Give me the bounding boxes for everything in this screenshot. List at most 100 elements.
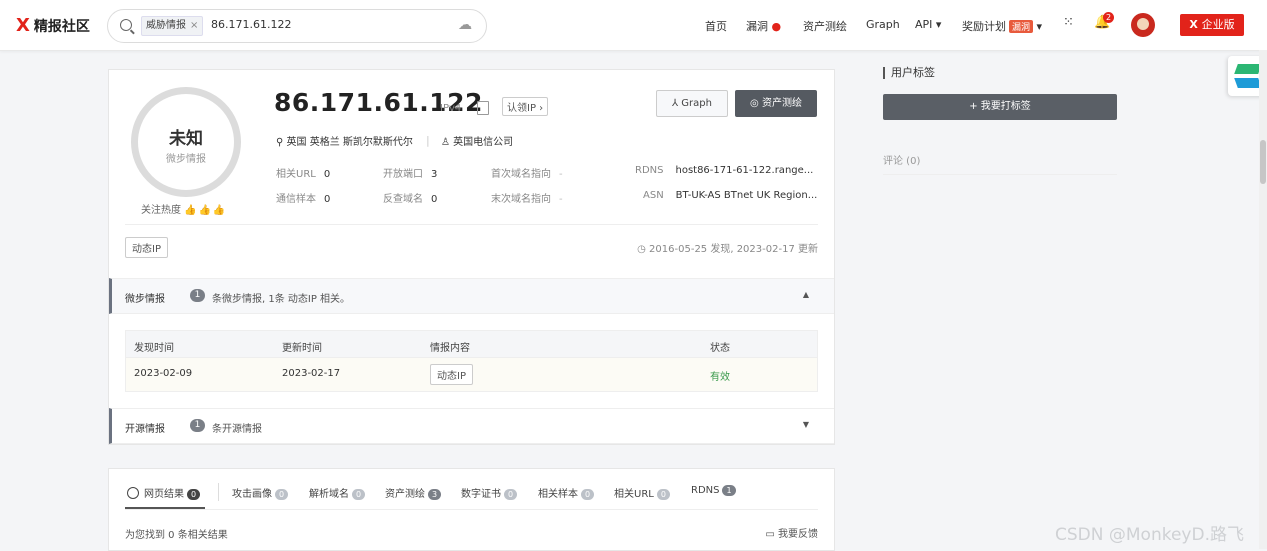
dates-text: 2016-05-25 发现, 2023-02-17 更新 xyxy=(649,244,818,255)
tab-count: 0 xyxy=(581,489,595,500)
graph-label: Graph xyxy=(681,98,712,109)
search-type-label: 威胁情报 xyxy=(146,20,186,31)
tab-count: 3 xyxy=(428,489,442,500)
verdict-source: 微步情报 xyxy=(166,154,206,165)
reward-badge: 漏洞 xyxy=(1009,20,1034,33)
tab-label: 攻击画像 xyxy=(232,489,272,500)
nav-graph[interactable]: Graph xyxy=(866,18,900,31)
stat-value: 0 xyxy=(323,169,331,180)
nav-vuln[interactable]: 漏洞 ● xyxy=(746,18,781,34)
divider xyxy=(218,483,219,501)
found-date: 2023-02-09 xyxy=(134,368,193,379)
feedback-link[interactable]: ▭ 我要反馈 xyxy=(765,525,818,540)
tab-attack-profile[interactable]: 攻击画像 0 xyxy=(232,485,289,500)
scrollbar[interactable] xyxy=(1259,50,1267,549)
osint-section-header[interactable]: 开源情报 1 条开源情报 ▼ xyxy=(109,408,834,444)
widget-logo-icon xyxy=(1234,64,1262,74)
tab-label: 相关样本 xyxy=(538,489,578,500)
section-title: 开源情报 xyxy=(125,424,165,435)
stat-value: - xyxy=(559,169,563,180)
stat-key: 相关URL xyxy=(276,169,316,180)
verdict-ring: 未知 微步情报 xyxy=(131,87,241,197)
active-tab-indicator xyxy=(125,507,205,509)
stat-related-url[interactable]: 相关URL 0 xyxy=(276,165,330,180)
asset-label: 资产测绘 xyxy=(761,98,802,109)
tab-label: 相关URL xyxy=(614,489,654,500)
stat-value: - xyxy=(559,194,563,205)
table-header: 发现时间 更新时间 情报内容 状态 xyxy=(126,331,817,357)
globe-icon xyxy=(127,487,139,499)
stat-value: 0 xyxy=(431,194,438,205)
stat-key: 开放端口 xyxy=(383,169,423,180)
nav-assets[interactable]: 资产测绘 xyxy=(803,18,847,34)
comments-link[interactable]: 评论 (0) xyxy=(883,152,920,167)
tab-related-samples[interactable]: 相关样本 0 xyxy=(538,485,595,500)
tab-label: 数字证书 xyxy=(461,489,501,500)
claim-ip-button[interactable]: 认领IP › xyxy=(502,97,549,116)
nav-reward-label: 奖励计划 xyxy=(962,20,1006,33)
tab-count: 0 xyxy=(352,489,366,500)
tab-label: 解析域名 xyxy=(309,489,349,500)
tab-certificates[interactable]: 数字证书 0 xyxy=(461,485,518,500)
logo[interactable]: X 精报社区 xyxy=(16,15,90,36)
discovery-dates: ◷ 2016-05-25 发现, 2023-02-17 更新 xyxy=(637,240,818,255)
cloud-upload-icon[interactable]: ☁ xyxy=(458,17,476,33)
enterprise-button[interactable]: X 企业版 xyxy=(1180,14,1244,36)
tab-label: RDNS xyxy=(691,485,720,496)
ip-tag[interactable]: 动态IP xyxy=(125,237,168,258)
watermark: CSDN @MonkeyD.路飞 xyxy=(1055,525,1244,545)
stat-last-domain: 末次域名指向 - xyxy=(491,190,563,205)
nav-reward[interactable]: 奖励计划 漏洞 ▾ xyxy=(962,18,1042,34)
section-title: 微步情报 xyxy=(125,294,165,305)
user-tags-title: 用户标签 xyxy=(883,67,935,79)
tab-web-results[interactable]: 网页结果 0 xyxy=(127,485,201,500)
close-icon[interactable]: × xyxy=(190,20,198,31)
brand-name: 精报社区 xyxy=(33,18,90,35)
avatar[interactable] xyxy=(1131,13,1155,37)
stat-key: 末次域名指向 xyxy=(491,194,551,205)
stat-value: BT-UK-AS BTnet UK Region... xyxy=(675,190,818,201)
tab-related-url[interactable]: 相关URL 0 xyxy=(614,485,670,500)
nav-api[interactable]: API ▾ xyxy=(915,18,941,31)
stat-first-domain: 首次域名指向 - xyxy=(491,165,563,180)
copy-icon[interactable] xyxy=(477,101,489,115)
add-tag-button[interactable]: + 我要打标签 xyxy=(883,94,1117,120)
count-badge: 1 xyxy=(190,289,205,302)
intel-section-header[interactable]: 微步情报 1 条微步情报, 1条 动态IP 相关。 ▲ xyxy=(109,278,834,314)
asset-mapping-button[interactable]: ◎ 资产测绘 xyxy=(735,90,817,117)
tab-count: 0 xyxy=(187,489,201,500)
search-input[interactable]: 86.171.61.122 xyxy=(211,18,291,31)
thumbs-up-icon: 👍👍👍 xyxy=(184,205,228,216)
stat-key: 首次域名指向 xyxy=(491,169,551,180)
apps-grid-icon[interactable]: ⁙ xyxy=(1063,15,1074,30)
results-card: 网页结果 0 攻击画像 0 解析域名 0 资产测绘 3 数字证书 0 相关样本 0 相关UR… xyxy=(108,468,835,551)
search-bar[interactable]: 威胁情报 × 86.171.61.122 ☁ xyxy=(107,9,487,43)
chevron-down-icon[interactable]: ▼ xyxy=(803,420,809,429)
col-header: 状态 xyxy=(710,343,730,354)
stat-open-ports[interactable]: 开放端口 3 xyxy=(383,165,437,180)
tab-rdns[interactable]: RDNS 1 xyxy=(691,485,736,496)
divider: | xyxy=(426,134,430,147)
notification-count: 2 xyxy=(1103,12,1115,23)
col-header: 情报内容 xyxy=(430,343,470,354)
stat-reverse-domains[interactable]: 反查域名 0 xyxy=(383,190,437,205)
stat-rdns: RDNS host86-171-61-122.range... xyxy=(635,165,813,176)
nav-home[interactable]: 首页 xyxy=(705,18,727,34)
tab-resolved-domains[interactable]: 解析域名 0 xyxy=(309,485,366,500)
stat-samples[interactable]: 通信样本 0 xyxy=(276,190,330,205)
search-type-chip[interactable]: 威胁情报 × xyxy=(141,16,204,36)
graph-icon: ⅄ xyxy=(672,98,682,109)
enterprise-label: 企业版 xyxy=(1201,18,1235,31)
tab-asset-mapping[interactable]: 资产测绘 3 xyxy=(385,485,442,500)
intel-content-tag[interactable]: 动态IP xyxy=(430,364,473,385)
tab-count: 0 xyxy=(504,489,518,500)
intel-table: 发现时间 更新时间 情报内容 状态 2023-02-09 2023-02-17 … xyxy=(125,330,818,392)
tab-count: 0 xyxy=(656,489,670,500)
top-navbar: X 精报社区 威胁情报 × 86.171.61.122 ☁ 首页 漏洞 ● 资产测… xyxy=(0,0,1267,51)
chevron-up-icon[interactable]: ▲ xyxy=(803,290,809,299)
tab-count: 0 xyxy=(275,489,289,500)
results-tabs: 网页结果 0 攻击画像 0 解析域名 0 资产测绘 3 数字证书 0 相关样本 0 相关UR… xyxy=(125,483,818,510)
scrollbar-thumb[interactable] xyxy=(1260,140,1266,184)
ip-summary: 未知 微步情报 关注热度 👍👍👍 86.171.61.122 IPv4 认领IP … xyxy=(109,70,834,278)
graph-button[interactable]: ⅄ Graph xyxy=(656,90,728,117)
